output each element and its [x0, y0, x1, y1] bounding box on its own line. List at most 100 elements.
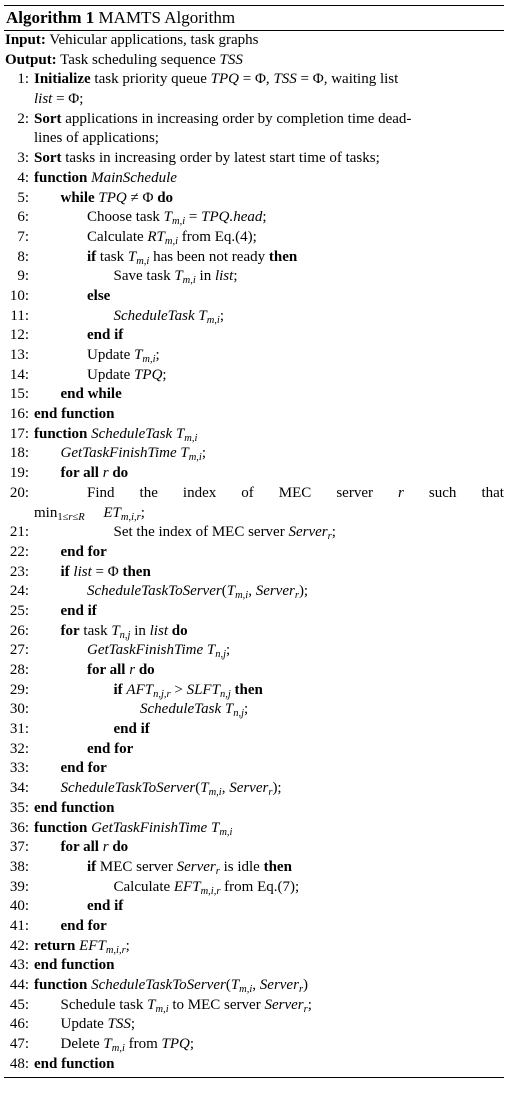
- algorithm-line: 20: Find the index of MEC server r such that: [4, 484, 504, 504]
- line-number: 37:: [9, 839, 29, 856]
- line-text: end function: [34, 957, 115, 974]
- line-number: 24:: [9, 583, 29, 600]
- line-text: Choose task Tm,i = TPQ.head;: [87, 209, 267, 228]
- algorithm-line: 5: while TPQ ≠ Φ do: [4, 189, 504, 209]
- line-number: 31:: [9, 721, 29, 738]
- line-text: end function: [34, 1055, 115, 1072]
- line-text: Sort applications in increasing order by…: [34, 110, 412, 127]
- line-word: Find: [87, 484, 115, 501]
- line-text: if task Tm,i has been not ready then: [87, 248, 298, 267]
- algorithm-line: 28: for all r do: [4, 661, 504, 681]
- algorithm-line: 48: end function: [4, 1055, 504, 1075]
- output-text: Task scheduling sequence: [60, 51, 220, 68]
- algorithm-line: 19: for all r do: [4, 464, 504, 484]
- line-number: 18:: [9, 445, 29, 462]
- line-number: 26:: [9, 622, 29, 639]
- line-number: 32:: [9, 740, 29, 757]
- line-text: end function: [34, 406, 115, 423]
- line-number: 48:: [9, 1055, 29, 1072]
- algorithm-line: 32: end for: [4, 740, 504, 760]
- line-text: end for: [60, 543, 107, 560]
- line-number: 5:: [17, 189, 29, 206]
- line-text: for task Tn,j in list do: [60, 622, 188, 641]
- line-number: 11:: [10, 307, 29, 324]
- line-number: 40:: [9, 898, 29, 915]
- line-text: end for: [87, 740, 134, 757]
- algorithm-line: 37: for all r do: [4, 838, 504, 858]
- line-number: 6:: [17, 209, 29, 226]
- line-text: Initialize task priority queue TPQ = Φ, …: [34, 71, 399, 88]
- line-number: 7:: [17, 228, 29, 245]
- algorithm-line: 31: end if: [4, 720, 504, 740]
- line-text: end for: [60, 760, 107, 777]
- line-word: of: [241, 484, 254, 501]
- line-number: 42:: [9, 937, 29, 954]
- line-number: 41:: [9, 917, 29, 934]
- line-word: r: [398, 484, 404, 501]
- line-number: 35:: [9, 799, 29, 816]
- algorithm-line: lines of applications;: [4, 129, 504, 149]
- line-text: return EFTm,i,r;: [34, 937, 130, 956]
- algorithm-line: 16: end function: [4, 405, 504, 425]
- line-text: end function: [34, 799, 115, 816]
- line-text: ScheduleTask Tm,i;: [113, 307, 225, 326]
- line-text: while TPQ ≠ Φ do: [60, 189, 174, 206]
- line-text: GetTaskFinishTime Tm,i;: [60, 445, 207, 464]
- algorithm-line: 11: ScheduleTask Tm,i;: [4, 307, 504, 327]
- line-text: Save task Tm,i in list;: [113, 268, 238, 287]
- line-number: 19:: [9, 465, 29, 482]
- line-text: if MEC server Serverr is idle then: [87, 858, 292, 877]
- algorithm-caption: Algorithm 1 MAMTS Algorithm: [4, 6, 504, 30]
- algorithm-line: min1≤r≤R ETm,i,r;: [4, 504, 504, 524]
- algorithm-line: 22: end for: [4, 543, 504, 563]
- algorithm-line: 14: Update TPQ;: [4, 366, 504, 386]
- algorithm-line: 33: end for: [4, 759, 504, 779]
- algorithm-line: 40: end if: [4, 897, 504, 917]
- line-number: 12:: [9, 327, 29, 344]
- line-text: min1≤r≤R ETm,i,r;: [34, 504, 145, 523]
- line-number: 36:: [9, 819, 29, 836]
- line-word: the: [139, 484, 158, 501]
- algorithm-line: 43: end function: [4, 956, 504, 976]
- line-text: GetTaskFinishTime Tn,j;: [87, 642, 231, 661]
- line-text: Schedule task Tm,i to MEC server Serverr…: [60, 996, 312, 1015]
- algorithm-line: 30: ScheduleTask Tn,j;: [4, 700, 504, 720]
- line-number: 46:: [9, 1016, 29, 1033]
- line-text: function MainSchedule: [34, 169, 177, 186]
- algorithm-line: 2: Sort applications in increasing order …: [4, 110, 504, 130]
- line-word: that: [481, 484, 504, 501]
- algorithm-line: 18: GetTaskFinishTime Tm,i;: [4, 444, 504, 464]
- line-number: 34:: [9, 780, 29, 797]
- algorithm-line: 42: return EFTm,i,r;: [4, 937, 504, 957]
- line-number: 23:: [9, 563, 29, 580]
- line-text: ScheduleTaskToServer(Tm,i, Serverr);: [60, 780, 282, 799]
- input-label: Input:: [5, 32, 46, 48]
- line-word: server: [336, 484, 373, 501]
- line-text: Calculate EFTm,i,r from Eq.(7);: [113, 878, 300, 897]
- algorithm-line: 45: Schedule task Tm,i to MEC server Serv…: [4, 996, 504, 1016]
- algorithm-line: 41: end for: [4, 917, 504, 937]
- algorithm-line: 44: function ScheduleTaskToServer(Tm,i, S…: [4, 976, 504, 996]
- algorithm-line: 46: Update TSS;: [4, 1015, 504, 1035]
- line-text: Calculate RTm,i from Eq.(4);: [87, 228, 257, 247]
- line-text: Delete Tm,i from TPQ;: [60, 1036, 195, 1055]
- algorithm-line: 35: end function: [4, 799, 504, 819]
- algorithm-line: 36: function GetTaskFinishTime Tm,i: [4, 819, 504, 839]
- algorithm-line: 10: else: [4, 287, 504, 307]
- input-line: Input: Vehicular applications, task grap…: [4, 31, 504, 51]
- algorithm-line: 21: Set the index of MEC server Serverr;: [4, 523, 504, 543]
- algorithm-line: 6: Choose task Tm,i = TPQ.head;: [4, 208, 504, 228]
- line-text: end if: [87, 327, 124, 344]
- bottom-rule: [4, 1077, 504, 1079]
- line-number: 8:: [17, 248, 29, 265]
- line-text: for all r do: [87, 662, 155, 679]
- line-word: index: [182, 484, 217, 501]
- line-text: for all r do: [60, 839, 129, 856]
- line-number: 27:: [9, 642, 29, 659]
- line-number: 25:: [9, 602, 29, 619]
- line-number: 2:: [17, 110, 29, 127]
- algorithm-line: 7: Calculate RTm,i from Eq.(4);: [4, 228, 504, 248]
- algorithm-line: 17: function ScheduleTask Tm,i: [4, 425, 504, 445]
- line-number: 28:: [9, 662, 29, 679]
- line-text: Find the index of MEC server r such that: [87, 484, 504, 504]
